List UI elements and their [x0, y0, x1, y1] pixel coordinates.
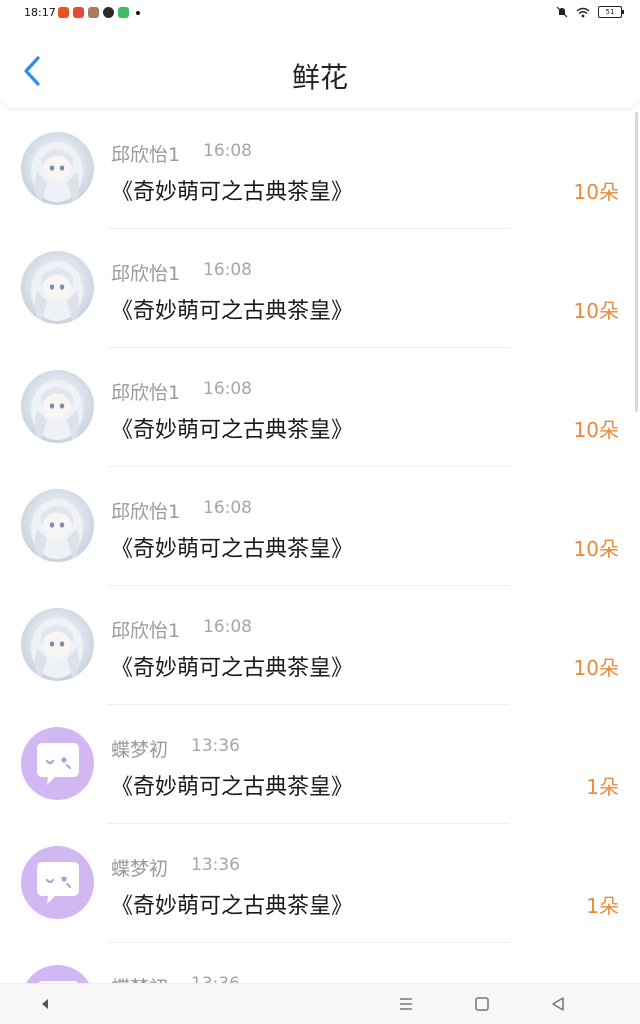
status-right: 51	[556, 6, 624, 18]
app-notification-icon	[88, 7, 99, 18]
page-title: 鲜花	[291, 61, 348, 94]
chat-bubble-avatar-icon	[37, 862, 79, 904]
book-title: 《奇妙萌可之古典茶皇》	[111, 180, 354, 205]
flower-count: 10朵	[573, 656, 619, 680]
send-time: 16:08	[203, 498, 252, 518]
app-notification-icon	[73, 7, 84, 18]
flower-count: 10朵	[573, 418, 619, 442]
sender-name: 邱欣怡1	[111, 501, 181, 523]
sender-name: 邱欣怡1	[111, 620, 181, 642]
avatar[interactable]	[21, 608, 94, 681]
book-title: 《奇妙萌可之古典茶皇》	[111, 656, 354, 681]
wechat-icon	[103, 7, 114, 18]
bottom-nav-bar	[0, 983, 640, 1024]
flower-count: 10朵	[573, 537, 619, 561]
sender-name: 邱欣怡1	[111, 382, 181, 404]
book-title: 《奇妙萌可之古典茶皇》	[111, 894, 354, 919]
list-item[interactable]: 蝶梦初 13:36	[0, 943, 640, 985]
list-item[interactable]: 邱欣怡1 16:08 《奇妙萌可之古典茶皇》 10朵	[0, 229, 640, 348]
send-time: 13:36	[191, 855, 240, 875]
sender-name: 蝶梦初	[111, 739, 169, 761]
sender-name: 邱欣怡1	[111, 263, 181, 285]
flower-count: 10朵	[573, 180, 619, 204]
send-time: 16:08	[203, 617, 252, 637]
chat-bubble-avatar-icon	[37, 981, 79, 985]
sender-name: 蝶梦初	[111, 858, 169, 880]
avatar[interactable]	[21, 132, 94, 205]
list-item[interactable]: 蝶梦初 13:36 《奇妙萌可之古典茶皇》 1朵	[0, 824, 640, 943]
header: 鲜花	[0, 28, 640, 108]
anime-avatar-icon	[31, 380, 83, 442]
avatar[interactable]	[21, 727, 94, 800]
anime-avatar-icon	[31, 142, 83, 204]
flower-count: 10朵	[573, 299, 619, 323]
app-notification-icon	[58, 7, 69, 18]
status-app-icons	[58, 7, 140, 18]
status-time: 18:17	[24, 6, 56, 19]
back-triangle-icon[interactable]	[36, 994, 56, 1014]
book-title: 《奇妙萌可之古典茶皇》	[111, 299, 354, 324]
wifi-icon	[576, 7, 590, 17]
list-item[interactable]: 蝶梦初 13:36 《奇妙萌可之古典茶皇》 1朵	[0, 705, 640, 824]
battery-icon: 51	[598, 6, 624, 18]
flower-list: 邱欣怡1 16:08 《奇妙萌可之古典茶皇》 10朵 邱欣怡1 16:08 《奇…	[0, 110, 640, 985]
send-time: 16:08	[203, 260, 252, 280]
scrollbar[interactable]	[635, 112, 638, 412]
list-item[interactable]: 邱欣怡1 16:08 《奇妙萌可之古典茶皇》 10朵	[0, 110, 640, 229]
avatar[interactable]	[21, 489, 94, 562]
anime-avatar-icon	[31, 618, 83, 680]
book-title: 《奇妙萌可之古典茶皇》	[111, 775, 354, 800]
recent-triangle-icon[interactable]	[548, 994, 568, 1014]
book-title: 《奇妙萌可之古典茶皇》	[111, 418, 354, 443]
chat-bubble-avatar-icon	[37, 743, 79, 785]
send-time: 13:36	[191, 736, 240, 756]
avatar[interactable]	[21, 846, 94, 919]
menu-icon[interactable]	[396, 994, 416, 1014]
list-item[interactable]: 邱欣怡1 16:08 《奇妙萌可之古典茶皇》 10朵	[0, 586, 640, 705]
avatar[interactable]	[21, 965, 94, 985]
flower-count: 1朵	[586, 894, 619, 918]
avatar[interactable]	[21, 370, 94, 443]
more-notifications-icon	[136, 10, 140, 15]
anime-avatar-icon	[31, 261, 83, 323]
sender-name: 邱欣怡1	[111, 144, 181, 166]
home-square-icon[interactable]	[472, 994, 492, 1014]
list-item[interactable]: 邱欣怡1 16:08 《奇妙萌可之古典茶皇》 10朵	[0, 348, 640, 467]
send-time: 16:08	[203, 141, 252, 161]
send-time: 16:08	[203, 379, 252, 399]
avatar[interactable]	[21, 251, 94, 324]
flower-count: 1朵	[586, 775, 619, 799]
book-title: 《奇妙萌可之古典茶皇》	[111, 537, 354, 562]
status-bar: 18:17 51	[0, 0, 640, 28]
anime-avatar-icon	[31, 499, 83, 561]
mute-bell-icon	[556, 6, 568, 18]
list-item[interactable]: 邱欣怡1 16:08 《奇妙萌可之古典茶皇》 10朵	[0, 467, 640, 586]
screen: 18:17 51 鲜花 邱欣怡1 16:08 《奇妙萌可之古典茶皇》 10朵 邱…	[0, 0, 640, 1024]
app-notification-icon	[118, 7, 129, 18]
